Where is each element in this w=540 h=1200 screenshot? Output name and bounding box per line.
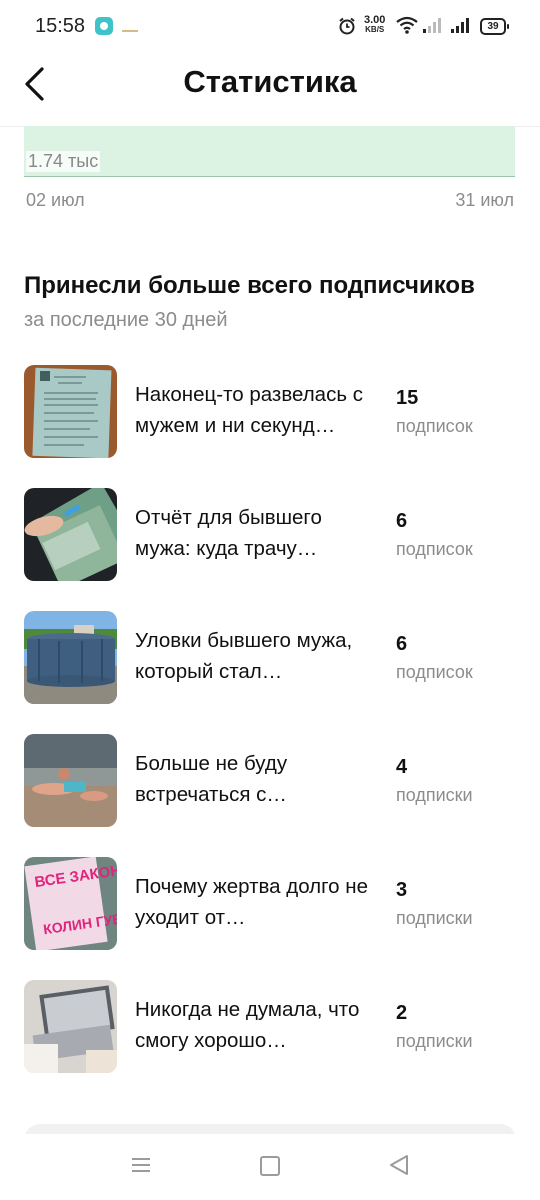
status-bar: 15:58 3.00 KB/S 39 — [0, 0, 540, 54]
cell-signal-icon-1 — [423, 18, 441, 33]
article-thumbnail — [24, 365, 117, 458]
list-item[interactable]: ВСЕ ЗАКОНЧИТСЯ НА НАС КОЛИН ГУВЕР Почему… — [0, 857, 540, 952]
article-thumbnail — [24, 734, 117, 827]
app-notification-icon-2 — [122, 22, 138, 32]
back-triangle-icon[interactable] — [388, 1154, 410, 1176]
chart-value-label: 1.74 тыс — [26, 151, 101, 172]
section-title: Принесли больше всего подписчиков — [24, 272, 475, 299]
wifi-icon — [396, 16, 418, 34]
header: Статистика — [0, 54, 540, 127]
subscriptions-label: подписок — [396, 662, 473, 682]
article-title: Никогда не думала, что смогу хорошо… — [135, 998, 360, 1052]
section-subtitle: за последние 30 дней — [24, 309, 228, 331]
subscribers-chart: 1.74 тыс — [24, 126, 515, 177]
article-thumbnail — [24, 488, 117, 581]
article-thumbnail: ВСЕ ЗАКОНЧИТСЯ НА НАС КОЛИН ГУВЕР — [24, 857, 117, 950]
status-time: 15:58 — [35, 15, 86, 37]
subscriptions-label: подписки — [396, 908, 473, 928]
list-item[interactable]: Никогда не думала, что смогу хорошо… 2 п… — [0, 980, 540, 1075]
list-item[interactable]: Больше не буду встречаться с… 4 подписки — [0, 734, 540, 829]
list-item[interactable]: Отчёт для бывшего мужа: куда трачу… 6 по… — [0, 488, 540, 583]
chart-x-label-start: 02 июл — [26, 190, 85, 210]
article-thumbnail — [24, 980, 117, 1073]
battery-indicator: 39 — [480, 18, 509, 35]
subscriptions-count: 2 — [396, 1002, 408, 1024]
article-thumbnail — [24, 611, 117, 704]
list-item[interactable]: Наконец-то развелась с мужем и ни секунд… — [0, 365, 540, 460]
article-title: Наконец-то развелась с мужем и ни секунд… — [135, 383, 363, 437]
subscriptions-count: 3 — [396, 879, 408, 901]
article-title: Уловки бывшего мужа, который стал… — [135, 629, 353, 683]
home-icon[interactable] — [260, 1156, 280, 1176]
article-title: Отчёт для бывшего мужа: куда трачу… — [135, 506, 322, 560]
chart-x-label-end: 31 июл — [455, 190, 514, 210]
subscriptions-count: 15 — [396, 387, 419, 409]
alarm-icon — [339, 17, 355, 35]
subscriptions-count: 4 — [396, 756, 408, 778]
article-title: Почему жертва долго не уходит от… — [135, 875, 368, 929]
network-speed: 3.00 KB/S — [364, 14, 386, 35]
subscriptions-label: подписок — [396, 539, 473, 559]
subscriptions-label: подписки — [396, 1031, 473, 1051]
menu-icon[interactable] — [131, 1157, 151, 1173]
subscriptions-count: 6 — [396, 633, 408, 655]
page-title: Статистика — [183, 64, 357, 99]
cell-signal-icon-2 — [451, 18, 469, 33]
subscriptions-label: подписок — [396, 416, 473, 436]
article-title: Больше не буду встречаться с… — [135, 752, 288, 806]
subscriptions-label: подписки — [396, 785, 473, 805]
list-item[interactable]: Уловки бывшего мужа, который стал… 6 под… — [0, 611, 540, 706]
subscriptions-count: 6 — [396, 510, 408, 532]
app-notification-icon — [95, 17, 113, 35]
system-nav-bar — [0, 1134, 540, 1200]
